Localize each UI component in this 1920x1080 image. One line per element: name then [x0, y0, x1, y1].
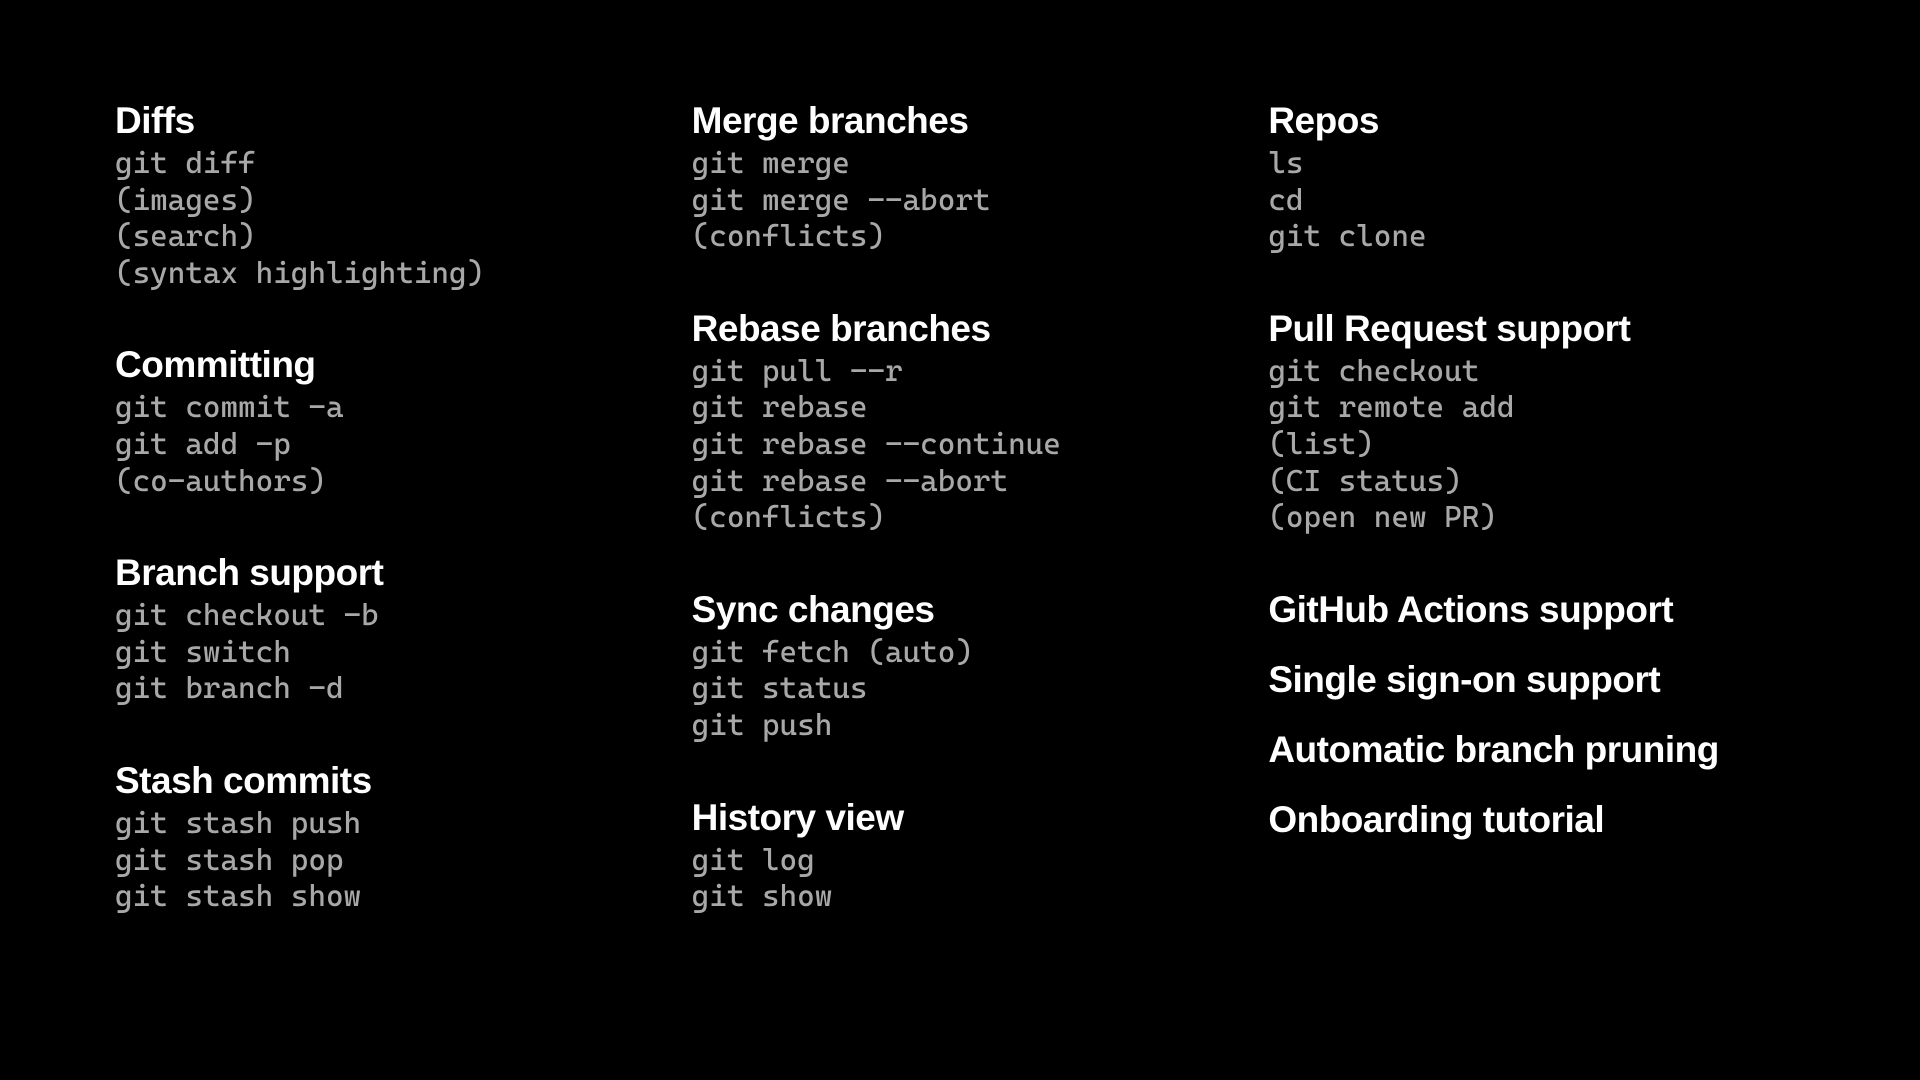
item-2-1-1: git remote add	[1268, 390, 1805, 427]
section-items-1-0: git mergegit merge --abort(conflicts)	[692, 146, 1229, 256]
section-1-2: Sync changesgit fetch (auto)git statusgi…	[692, 589, 1229, 745]
item-0-2-2: git branch -d	[115, 671, 652, 708]
item-0-0-0: git diff	[115, 146, 652, 183]
standalone-2-0: GitHub Actions support	[1268, 589, 1805, 631]
item-2-1-4: (open new PR)	[1268, 500, 1805, 537]
item-0-2-1: git switch	[115, 635, 652, 672]
item-1-0-1: git merge --abort	[692, 183, 1229, 220]
section-items-0-3: git stash pushgit stash popgit stash sho…	[115, 806, 652, 916]
section-items-1-1: git pull --rgit rebasegit rebase --conti…	[692, 354, 1229, 537]
section-title-0-0: Diffs	[115, 100, 652, 142]
item-1-1-3: git rebase --abort	[692, 464, 1229, 501]
section-0-0: Diffsgit diff(images)(search)(syntax hig…	[115, 100, 652, 292]
section-items-1-3: git loggit show	[692, 843, 1229, 916]
item-0-2-0: git checkout -b	[115, 598, 652, 635]
section-title-2-0: Repos	[1268, 100, 1805, 142]
section-1-3: History viewgit loggit show	[692, 797, 1229, 916]
item-1-0-0: git merge	[692, 146, 1229, 183]
section-title-0-1: Committing	[115, 344, 652, 386]
section-items-0-1: git commit -agit add -p(co-authors)	[115, 390, 652, 500]
slide-container: Diffsgit diff(images)(search)(syntax hig…	[0, 0, 1920, 968]
section-1-1: Rebase branchesgit pull --rgit rebasegit…	[692, 308, 1229, 537]
section-2-1: Pull Request supportgit checkoutgit remo…	[1268, 308, 1805, 537]
item-1-2-1: git status	[692, 671, 1229, 708]
item-2-1-2: (list)	[1268, 427, 1805, 464]
section-items-2-0: lscdgit clone	[1268, 146, 1805, 256]
item-1-1-2: git rebase --continue	[692, 427, 1229, 464]
item-1-1-0: git pull --r	[692, 354, 1229, 391]
item-1-2-0: git fetch (auto)	[692, 635, 1229, 672]
item-2-0-0: ls	[1268, 146, 1805, 183]
item-2-1-3: (CI status)	[1268, 464, 1805, 501]
item-1-3-0: git log	[692, 843, 1229, 880]
item-1-1-1: git rebase	[692, 390, 1229, 427]
section-1-0: Merge branchesgit mergegit merge --abort…	[692, 100, 1229, 256]
item-0-3-1: git stash pop	[115, 843, 652, 880]
item-1-0-2: (conflicts)	[692, 219, 1229, 256]
section-0-2: Branch supportgit checkout -bgit switchg…	[115, 552, 652, 708]
item-0-0-1: (images)	[115, 183, 652, 220]
item-1-2-2: git push	[692, 708, 1229, 745]
item-0-3-0: git stash push	[115, 806, 652, 843]
section-title-0-2: Branch support	[115, 552, 652, 594]
section-title-1-2: Sync changes	[692, 589, 1229, 631]
standalone-2-3: Onboarding tutorial	[1268, 799, 1805, 841]
section-0-1: Committinggit commit -agit add -p(co-aut…	[115, 344, 652, 500]
item-2-0-2: git clone	[1268, 219, 1805, 256]
column-2: Reposlscdgit clonePull Request supportgi…	[1268, 100, 1805, 968]
section-title-1-1: Rebase branches	[692, 308, 1229, 350]
section-title-1-0: Merge branches	[692, 100, 1229, 142]
item-0-1-2: (co-authors)	[115, 464, 652, 501]
section-items-1-2: git fetch (auto)git statusgit push	[692, 635, 1229, 745]
section-0-3: Stash commitsgit stash pushgit stash pop…	[115, 760, 652, 916]
item-2-1-0: git checkout	[1268, 354, 1805, 391]
standalone-2-2: Automatic branch pruning	[1268, 729, 1805, 771]
section-2-0: Reposlscdgit clone	[1268, 100, 1805, 256]
section-title-2-1: Pull Request support	[1268, 308, 1805, 350]
section-title-1-3: History view	[692, 797, 1229, 839]
item-0-0-2: (search)	[115, 219, 652, 256]
item-2-0-1: cd	[1268, 183, 1805, 220]
item-1-3-1: git show	[692, 879, 1229, 916]
section-items-2-1: git checkoutgit remote add(list)(CI stat…	[1268, 354, 1805, 537]
item-0-1-0: git commit -a	[115, 390, 652, 427]
section-items-0-0: git diff(images)(search)(syntax highligh…	[115, 146, 652, 292]
section-items-0-2: git checkout -bgit switchgit branch -d	[115, 598, 652, 708]
item-1-1-4: (conflicts)	[692, 500, 1229, 537]
column-0: Diffsgit diff(images)(search)(syntax hig…	[115, 100, 652, 968]
item-0-3-2: git stash show	[115, 879, 652, 916]
standalone-2-1: Single sign-on support	[1268, 659, 1805, 701]
item-0-0-3: (syntax highlighting)	[115, 256, 652, 293]
item-0-1-1: git add -p	[115, 427, 652, 464]
section-title-0-3: Stash commits	[115, 760, 652, 802]
column-1: Merge branchesgit mergegit merge --abort…	[692, 100, 1229, 968]
